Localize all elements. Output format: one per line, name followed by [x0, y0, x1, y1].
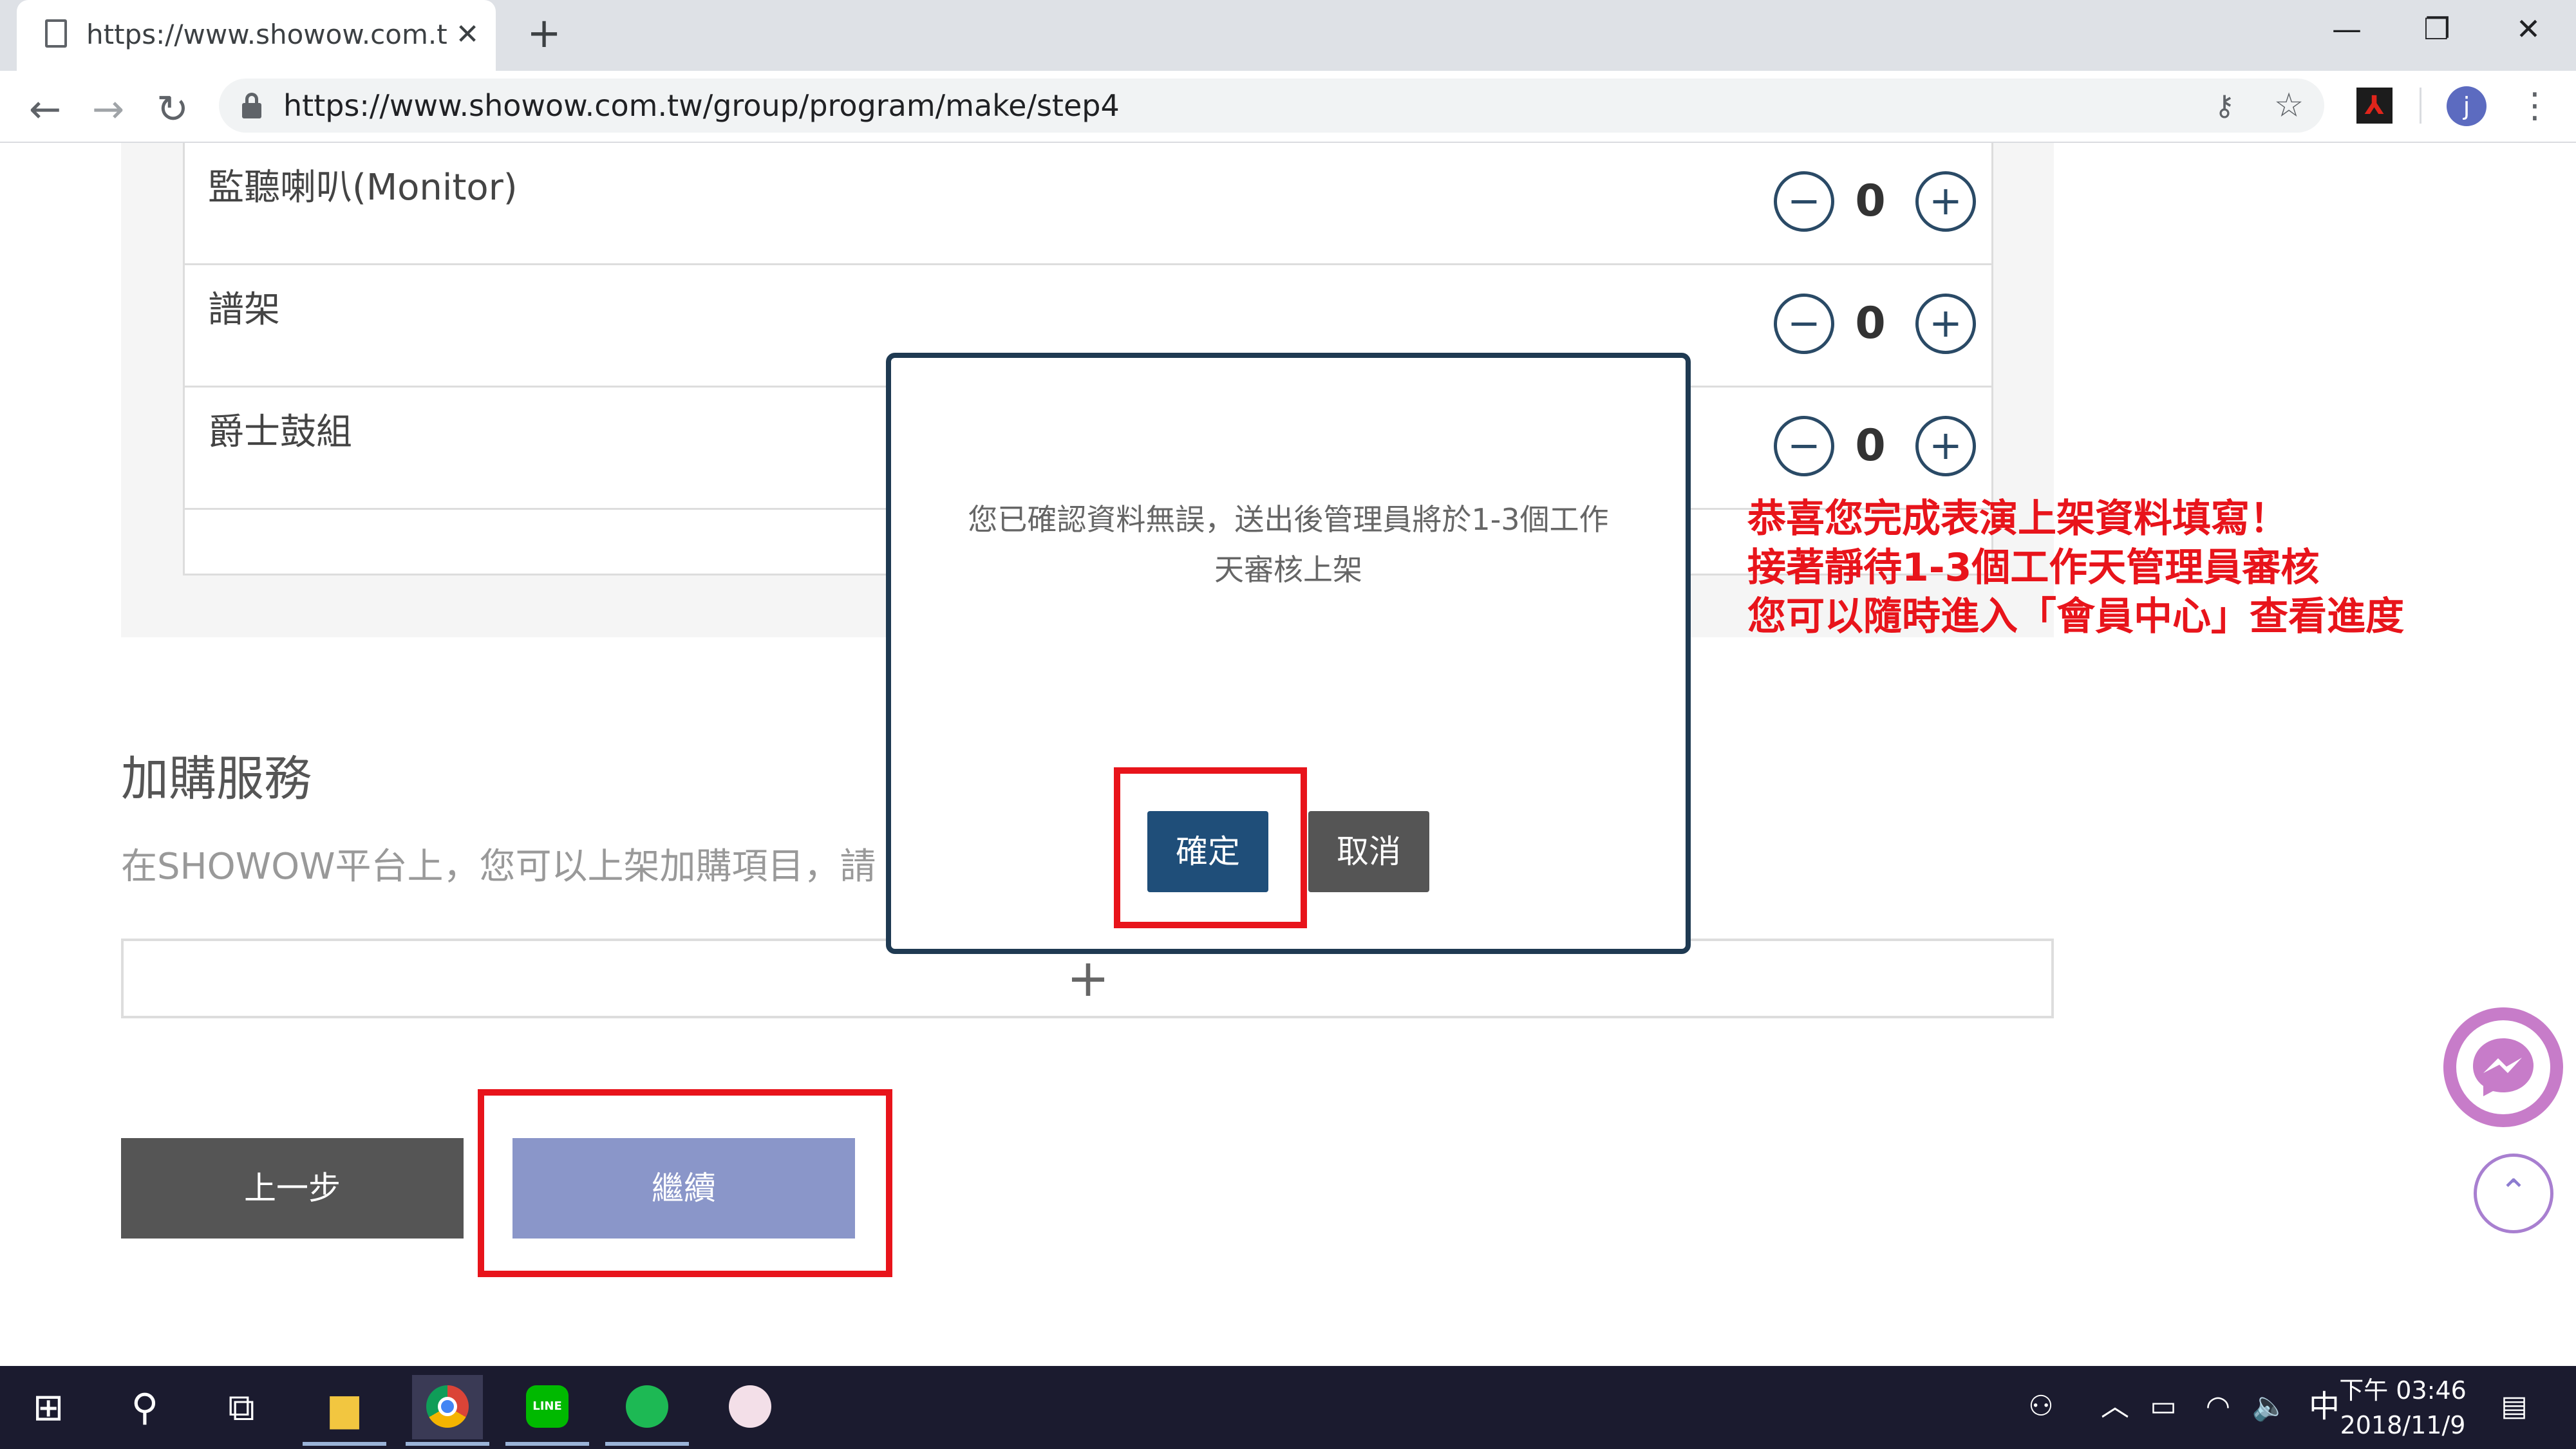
volume-icon[interactable]: 🔈 [2247, 1378, 2292, 1435]
notification-center-icon[interactable]: ▤ [2485, 1378, 2543, 1435]
task-view-icon[interactable]: ⧉ [206, 1375, 277, 1439]
highlight-box [478, 1089, 892, 1277]
tab-close-icon[interactable]: ✕ [451, 17, 484, 53]
previous-step-button[interactable]: 上一步 [121, 1138, 464, 1239]
active-app-indicator [406, 1442, 489, 1446]
page-icon [45, 19, 67, 48]
equipment-label: 譜架 [208, 289, 280, 331]
chrome-logo-center [438, 1397, 457, 1416]
equipment-label: 爵士鼓組 [208, 411, 352, 453]
messenger-icon[interactable] [2469, 1034, 2537, 1099]
dialog-message-line: 您已確認資料無誤，送出後管理員將於1-3個工作 [968, 502, 1609, 537]
annotation-line: 恭喜您完成表演上架資料填寫！ [1747, 496, 2288, 541]
page-viewport: 監聽喇叭(Monitor) − 0 + 譜架 − 0 + 爵士鼓組 − 0 + … [0, 143, 2576, 1366]
chrome-icon[interactable] [412, 1375, 483, 1439]
scroll-to-top-icon[interactable]: ⌃ [2474, 1154, 2553, 1233]
decrement-button[interactable]: − [1774, 294, 1834, 354]
equipment-label: 監聽喇叭(Monitor) [208, 167, 518, 209]
restore-icon[interactable]: ❐ [2402, 6, 2472, 51]
highlight-box [1114, 767, 1307, 928]
equipment-row: 監聽喇叭(Monitor) − 0 + [185, 143, 1991, 265]
increment-button[interactable]: + [1915, 294, 1976, 354]
forward-arrow-icon[interactable]: → [82, 84, 134, 135]
back-arrow-icon[interactable]: ← [19, 84, 71, 135]
battery-icon[interactable]: ▭ [2141, 1378, 2186, 1435]
window-close-icon[interactable]: ✕ [2493, 6, 2564, 51]
decrement-button[interactable]: − [1774, 416, 1834, 476]
decrement-button[interactable]: − [1774, 171, 1834, 232]
spotify-icon[interactable] [612, 1375, 682, 1439]
annotation-text: 恭喜您完成表演上架資料填寫！ 接著靜待1-3個工作天管理員審核 您可以隨時進入「… [1747, 494, 2494, 649]
quantity-value: 0 [1855, 420, 1886, 471]
reload-icon[interactable]: ↻ [147, 84, 198, 135]
people-icon[interactable]: ⚇ [2018, 1378, 2064, 1435]
file-explorer-icon[interactable]: ▆ [309, 1375, 380, 1439]
show-hidden-icons-icon[interactable]: ︿ [2096, 1378, 2134, 1435]
spotify-logo [626, 1385, 668, 1428]
increment-button[interactable]: + [1915, 416, 1976, 476]
windows-taskbar [0, 1366, 2576, 1449]
lock-icon[interactable] [242, 93, 261, 118]
active-app-indicator [303, 1442, 386, 1446]
quantity-value: 0 [1855, 176, 1886, 227]
cancel-button[interactable]: 取消 [1308, 811, 1429, 892]
bookmark-star-icon[interactable]: ☆ [2270, 88, 2308, 124]
line-logo: LINE [526, 1385, 569, 1428]
dialog-message-line: 天審核上架 [1214, 552, 1362, 587]
browser-menu-icon[interactable]: ⋮ [2517, 82, 2552, 129]
tab-title: https://www.showow.com.tw/g [86, 19, 447, 50]
active-app-indicator [505, 1442, 589, 1446]
annotation-line: 接著靜待1-3個工作天管理員審核 [1747, 545, 2320, 590]
url-text[interactable]: https://www.showow.com.tw/group/program/… [283, 84, 2022, 127]
plus-icon[interactable]: + [1056, 946, 1120, 1011]
minimize-icon[interactable]: — [2311, 6, 2382, 51]
toolbar-divider [2420, 88, 2421, 124]
active-app-indicator [605, 1442, 689, 1446]
clock-date[interactable]: 2018/11/9 [2338, 1407, 2467, 1443]
new-tab-icon[interactable]: + [525, 13, 563, 54]
annotation-line: 您可以隨時進入「會員中心」查看進度 [1747, 594, 2404, 639]
quantity-value: 0 [1855, 298, 1886, 349]
pdf-extension-icon[interactable]: ⅄ [2356, 88, 2393, 124]
profile-avatar[interactable]: j [2447, 86, 2487, 126]
wifi-icon[interactable]: ◠ [2195, 1378, 2241, 1435]
line-app-icon[interactable]: LINE [512, 1375, 583, 1439]
addon-description: 在SHOWOW平台上，您可以上架加購項目，請 [121, 846, 876, 888]
clock-time[interactable]: 下午 03:46 [2338, 1372, 2467, 1408]
key-icon[interactable]: ⚷ [2205, 90, 2244, 122]
snipping-tool-icon[interactable] [715, 1375, 785, 1439]
increment-button[interactable]: + [1915, 171, 1976, 232]
search-icon[interactable]: ⚲ [109, 1375, 180, 1439]
dialog-message: 您已確認資料無誤，送出後管理員將於1-3個工作 天審核上架 [950, 494, 1626, 597]
windows-start-icon[interactable]: ⊞ [13, 1375, 84, 1439]
snipping-tool-logo [729, 1385, 771, 1428]
